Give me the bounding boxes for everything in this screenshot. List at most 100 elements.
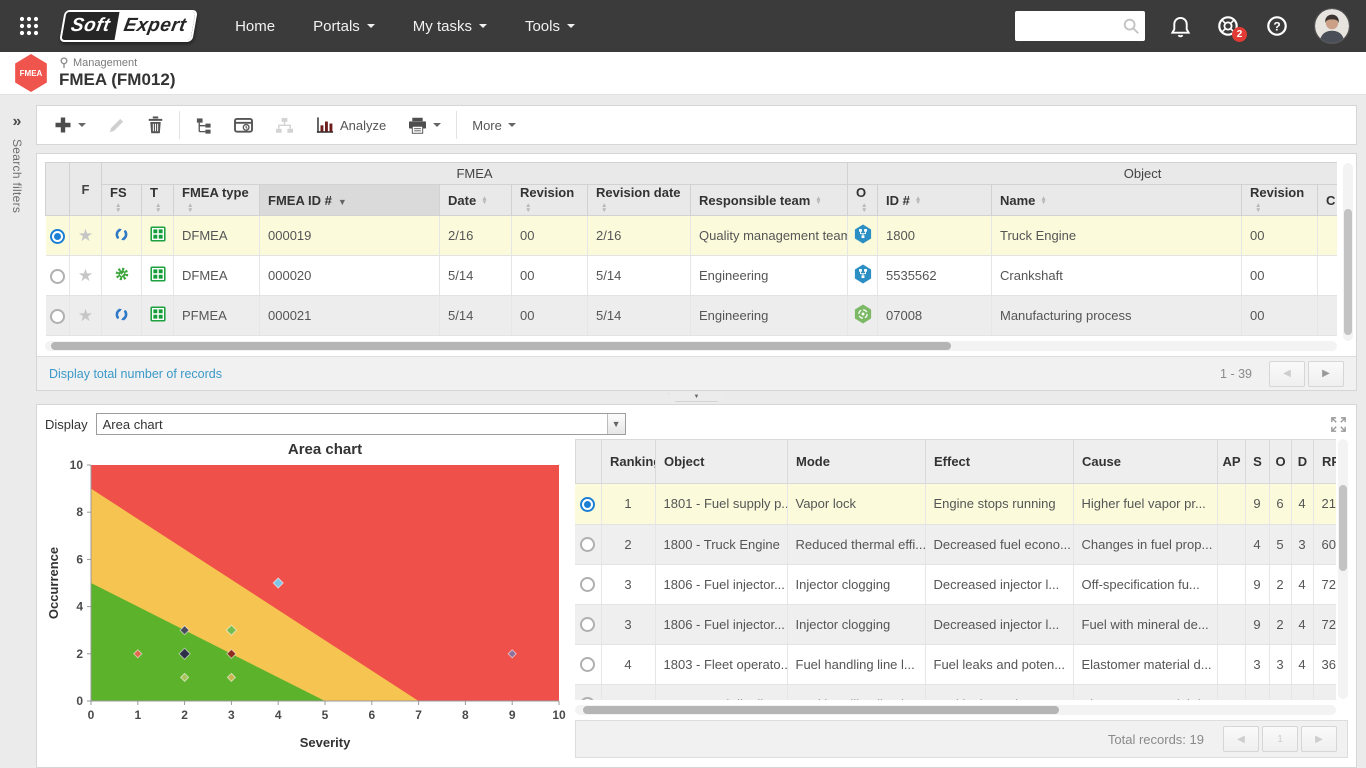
- nav-my-tasks[interactable]: My tasks: [413, 18, 487, 35]
- nav-tools[interactable]: Tools: [525, 18, 575, 35]
- revision-view-button[interactable]: [223, 105, 264, 145]
- col-effect[interactable]: Effect: [926, 440, 1074, 484]
- splitter-handle[interactable]: ▼: [668, 393, 726, 402]
- ranking-vertical-scrollbar[interactable]: [1338, 439, 1348, 699]
- cell-mode: Injector clogging: [787, 604, 925, 644]
- softexpert-logo[interactable]: SoftExpert: [59, 10, 198, 42]
- favorite-star-icon[interactable]: ★: [78, 306, 93, 325]
- more-button[interactable]: More: [461, 105, 527, 145]
- row-radio[interactable]: [50, 309, 65, 324]
- support-lifebuoy-icon[interactable]: 2: [1216, 14, 1240, 38]
- cell-mode: Fuel handling line l...: [787, 684, 925, 700]
- ranking-horizontal-scrollbar[interactable]: [575, 705, 1336, 715]
- nav-home[interactable]: Home: [235, 18, 275, 35]
- col-object-id[interactable]: ID #: [878, 185, 992, 216]
- row-radio[interactable]: [580, 697, 595, 700]
- help-icon[interactable]: ?: [1265, 14, 1289, 38]
- table-row[interactable]: 4 1803 - Fleet operato... Fuel handling …: [575, 644, 1336, 684]
- row-radio[interactable]: [580, 657, 595, 672]
- col-date[interactable]: Date: [440, 185, 512, 216]
- add-button[interactable]: [43, 105, 97, 145]
- col-object[interactable]: Object: [656, 440, 788, 484]
- col-t[interactable]: T: [142, 185, 174, 216]
- favorite-star-icon[interactable]: ★: [78, 266, 93, 285]
- table-row[interactable]: 2 1800 - Truck Engine Reduced thermal ef…: [575, 524, 1336, 564]
- records-vertical-scrollbar[interactable]: [1343, 163, 1353, 341]
- svg-text:10: 10: [70, 458, 84, 472]
- col-object-revision[interactable]: Revision: [1242, 185, 1318, 216]
- scrollbar-thumb[interactable]: [583, 706, 1059, 714]
- structure-tree-button[interactable]: [184, 105, 223, 145]
- cell-revision-date: 2/16: [588, 216, 691, 256]
- next-page-button[interactable]: ▶: [1301, 726, 1337, 752]
- col-s[interactable]: S: [1246, 440, 1270, 484]
- delete-button[interactable]: [136, 105, 175, 145]
- col-d[interactable]: D: [1292, 440, 1314, 484]
- table-row[interactable]: ★ PFMEA 000021 5/14 00 5/14 Engineering …: [46, 296, 1338, 336]
- table-row[interactable]: ★ DFMEA 000020 5/14 00 5/14 Engineering …: [46, 256, 1338, 296]
- row-radio[interactable]: [580, 617, 595, 632]
- page-number-button[interactable]: 1: [1262, 726, 1298, 752]
- col-revision[interactable]: Revision: [512, 185, 588, 216]
- col-revision-date[interactable]: Revision date: [588, 185, 691, 216]
- records-horizontal-scrollbar[interactable]: [45, 341, 1337, 351]
- scrollbar-thumb[interactable]: [1339, 485, 1347, 571]
- svg-text:7: 7: [415, 708, 422, 722]
- col-fmea-id[interactable]: FMEA ID #▼: [260, 185, 440, 216]
- expand-icon[interactable]: »: [13, 113, 22, 131]
- app-launcher-icon[interactable]: [16, 13, 42, 39]
- svg-text:?: ?: [1273, 19, 1280, 33]
- col-mode[interactable]: Mode: [788, 440, 926, 484]
- row-radio[interactable]: [580, 577, 595, 592]
- display-select[interactable]: Area chart ▼: [96, 413, 626, 435]
- search-icon[interactable]: [1122, 17, 1140, 38]
- next-page-button[interactable]: ▶: [1308, 361, 1344, 387]
- analyze-button[interactable]: Analyze: [305, 105, 397, 145]
- svg-text:5: 5: [322, 708, 329, 722]
- col-o[interactable]: O: [1270, 440, 1292, 484]
- fullscreen-button[interactable]: [1329, 415, 1348, 434]
- prev-page-button[interactable]: ◀: [1269, 361, 1305, 387]
- records-footer: Display total number of records 1 - 39 ◀…: [37, 356, 1356, 390]
- row-radio[interactable]: [580, 537, 595, 552]
- search-filters-toggle[interactable]: » Search filters: [0, 113, 34, 213]
- edit-button[interactable]: [97, 105, 136, 145]
- col-fmea-type[interactable]: FMEA type: [174, 185, 260, 216]
- notifications-bell-icon[interactable]: [1170, 15, 1191, 38]
- row-radio[interactable]: [50, 269, 65, 284]
- chevron-down-icon[interactable]: ▼: [607, 414, 625, 434]
- cell-object-name: Truck Engine: [992, 216, 1242, 256]
- table-row[interactable]: 1 1801 - Fuel supply p... Vapor lock Eng…: [575, 484, 1336, 524]
- panel-splitter[interactable]: ▼: [36, 391, 1357, 404]
- table-row[interactable]: 3 1806 - Fuel injector... Injector clogg…: [575, 564, 1336, 604]
- nav-portals[interactable]: Portals: [313, 18, 375, 35]
- col-cause[interactable]: Cause: [1074, 440, 1218, 484]
- cell-rpn: 27: [1313, 684, 1336, 700]
- col-rpn[interactable]: RPN: [1314, 440, 1337, 484]
- user-avatar[interactable]: [1314, 8, 1350, 44]
- table-row[interactable]: 4 1805 - Fuel distribu... Fuel handling …: [575, 684, 1336, 700]
- col-fs[interactable]: FS: [102, 185, 142, 216]
- total-records-link[interactable]: Display total number of records: [49, 367, 222, 381]
- row-radio[interactable]: [50, 229, 65, 244]
- flowchart-button[interactable]: [264, 105, 305, 145]
- favorite-star-icon[interactable]: ★: [78, 226, 93, 245]
- scrollbar-thumb[interactable]: [1344, 209, 1352, 335]
- col-object-name[interactable]: Name: [992, 185, 1242, 216]
- scrollbar-thumb[interactable]: [51, 342, 951, 350]
- table-row[interactable]: ★ DFMEA 000019 2/16 00 2/16 Quality mana…: [46, 216, 1338, 256]
- col-ap[interactable]: AP: [1218, 440, 1246, 484]
- col-ranking[interactable]: Ranking: [602, 440, 656, 484]
- row-radio[interactable]: [580, 497, 595, 512]
- col-c[interactable]: C: [1318, 185, 1338, 216]
- cell-cause: Elastomer material d...: [1073, 644, 1217, 684]
- chevron-down-icon[interactable]: [78, 123, 86, 127]
- table-row[interactable]: 3 1806 - Fuel injector... Injector clogg…: [575, 604, 1336, 644]
- matrix-icon: [150, 270, 166, 285]
- pencil-icon: [108, 117, 125, 134]
- chevron-down-icon[interactable]: [433, 123, 441, 127]
- col-responsible-team[interactable]: Responsible team: [691, 185, 848, 216]
- prev-page-button[interactable]: ◀: [1223, 726, 1259, 752]
- col-object-o[interactable]: O: [848, 185, 878, 216]
- print-button[interactable]: [397, 105, 452, 145]
